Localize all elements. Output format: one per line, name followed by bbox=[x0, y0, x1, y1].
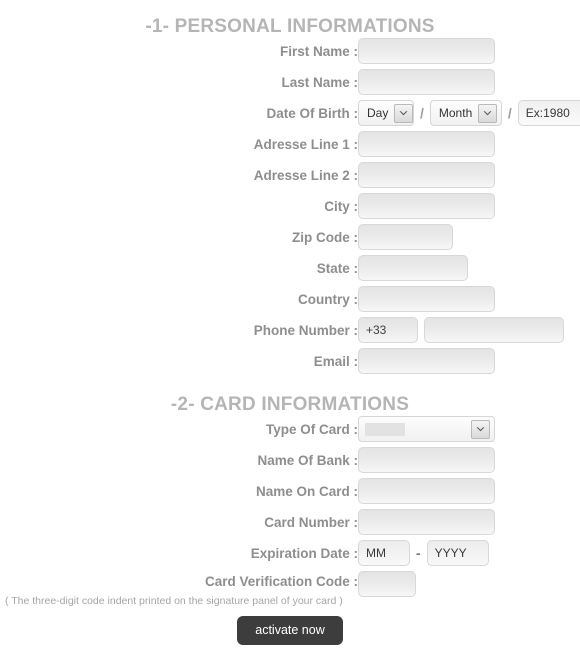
field-date-of-birth: Day / Month / bbox=[358, 100, 580, 126]
field-card-number bbox=[358, 509, 580, 535]
address-line-2-input[interactable] bbox=[358, 162, 495, 188]
field-address-line-1 bbox=[358, 131, 580, 157]
birth-day-select[interactable]: Day bbox=[358, 100, 414, 126]
address-line-1-input[interactable] bbox=[358, 131, 495, 157]
chevron-down-icon bbox=[394, 103, 414, 123]
expiration-year-input[interactable] bbox=[426, 540, 489, 566]
name-on-card-input[interactable] bbox=[358, 478, 495, 504]
dob-separator-2: / bbox=[507, 105, 512, 121]
birth-year-input[interactable] bbox=[517, 100, 580, 126]
card-number-input[interactable] bbox=[358, 509, 495, 535]
country-input[interactable] bbox=[358, 286, 495, 312]
label-type-of-card: Type Of Card : bbox=[265, 422, 358, 437]
label-name-on-card: Name On Card : bbox=[255, 484, 358, 499]
row-city: City : bbox=[0, 193, 580, 219]
phone-number-input[interactable] bbox=[424, 317, 564, 343]
row-country: Country : bbox=[0, 286, 580, 312]
label-state: State : bbox=[316, 261, 358, 276]
field-country bbox=[358, 286, 580, 312]
state-input[interactable] bbox=[358, 255, 468, 281]
label-country: Country : bbox=[298, 292, 358, 307]
name-of-bank-input[interactable] bbox=[358, 447, 495, 473]
row-phone-number: Phone Number : bbox=[0, 317, 580, 343]
label-date-of-birth: Date Of Birth : bbox=[266, 106, 358, 121]
expiration-separator: - bbox=[416, 545, 421, 561]
card-verification-code-note: ( The three-digit code indent printed on… bbox=[5, 595, 343, 607]
label-zip-code: Zip Code : bbox=[292, 230, 358, 245]
phone-country-code-input[interactable] bbox=[358, 317, 418, 343]
row-name-on-card: Name On Card : bbox=[0, 478, 580, 504]
label-last-name: Last Name : bbox=[281, 75, 358, 90]
city-input[interactable] bbox=[358, 193, 495, 219]
type-of-card-selected-value bbox=[365, 422, 405, 436]
dob-separator-1: / bbox=[420, 105, 424, 121]
row-first-name: First Name : bbox=[0, 38, 580, 64]
registration-form-page: -1- PERSONAL INFORMATIONS First Name : L… bbox=[0, 0, 580, 660]
last-name-input[interactable] bbox=[358, 69, 495, 95]
row-zip-code: Zip Code : bbox=[0, 224, 580, 250]
field-type-of-card bbox=[358, 416, 580, 442]
submit-button-container: activate now bbox=[0, 616, 580, 645]
label-first-name: First Name : bbox=[279, 44, 358, 59]
label-address-line-2: Adresse Line 2 : bbox=[253, 168, 358, 183]
section-title-personal: -1- PERSONAL INFORMATIONS bbox=[145, 16, 435, 37]
row-last-name: Last Name : bbox=[0, 69, 580, 95]
label-phone-number: Phone Number : bbox=[253, 323, 358, 338]
field-state bbox=[358, 255, 580, 281]
field-expiration-date: - bbox=[358, 540, 580, 566]
row-expiration-date: Expiration Date : - bbox=[0, 540, 580, 566]
field-first-name bbox=[358, 38, 580, 64]
label-email: Email : bbox=[313, 354, 358, 369]
birth-month-select[interactable]: Month bbox=[429, 100, 502, 126]
label-expiration-date: Expiration Date : bbox=[250, 546, 358, 561]
field-card-verification-code bbox=[358, 571, 580, 597]
field-zip-code bbox=[358, 224, 580, 250]
row-address-line-1: Adresse Line 1 : bbox=[0, 131, 580, 157]
row-address-line-2: Adresse Line 2 : bbox=[0, 162, 580, 188]
field-last-name bbox=[358, 69, 580, 95]
label-card-number: Card Number : bbox=[264, 515, 358, 530]
birth-month-selected-value: Month bbox=[438, 106, 473, 120]
row-card-verification-code: Card Verification Code : bbox=[0, 571, 580, 597]
field-address-line-2 bbox=[358, 162, 580, 188]
label-card-verification-code: Card Verification Code : bbox=[204, 574, 358, 589]
row-type-of-card: Type Of Card : bbox=[0, 416, 580, 442]
email-input[interactable] bbox=[358, 348, 495, 374]
expiration-month-input[interactable] bbox=[358, 540, 410, 566]
field-email bbox=[358, 348, 580, 374]
zip-code-input[interactable] bbox=[358, 224, 453, 250]
row-date-of-birth: Date Of Birth : Day / Month / bbox=[0, 100, 580, 126]
card-information-fields: Type Of Card : Name Of Bank : Name On Ca… bbox=[0, 416, 580, 597]
row-state: State : bbox=[0, 255, 580, 281]
field-name-on-card bbox=[358, 478, 580, 504]
activate-now-button[interactable]: activate now bbox=[237, 616, 343, 645]
label-city: City : bbox=[324, 199, 358, 214]
label-address-line-1: Adresse Line 1 : bbox=[253, 137, 358, 152]
field-phone-number bbox=[358, 317, 580, 343]
section-title-card: -2- CARD INFORMATIONS bbox=[170, 394, 410, 415]
field-city bbox=[358, 193, 580, 219]
field-name-of-bank bbox=[358, 447, 580, 473]
birth-day-selected-value: Day bbox=[367, 106, 389, 120]
card-verification-code-input[interactable] bbox=[358, 571, 416, 597]
row-card-number: Card Number : bbox=[0, 509, 580, 535]
label-name-of-bank: Name Of Bank : bbox=[257, 453, 358, 468]
first-name-input[interactable] bbox=[358, 38, 495, 64]
row-email: Email : bbox=[0, 348, 580, 374]
chevron-down-icon bbox=[471, 419, 490, 439]
row-name-of-bank: Name Of Bank : bbox=[0, 447, 580, 473]
personal-information-fields: First Name : Last Name : Date Of Birth :… bbox=[0, 38, 580, 374]
chevron-down-icon bbox=[478, 103, 498, 123]
type-of-card-select[interactable] bbox=[358, 416, 495, 442]
